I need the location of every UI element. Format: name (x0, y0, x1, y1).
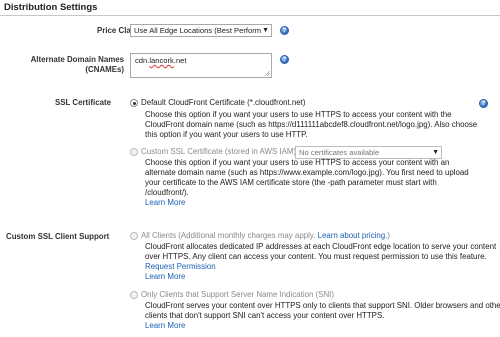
sni-only-radio[interactable] (130, 291, 138, 299)
custom-certificate-learn-more-link[interactable]: Learn More (145, 198, 185, 208)
cnames-label-line1: Alternate Domain Names (30, 55, 124, 64)
description-line: over HTTPS. Any client can access your c… (145, 252, 487, 261)
sni-only-label[interactable]: Only Clients that Support Server Name In… (141, 290, 334, 300)
cnames-value-suffix: .net (173, 56, 187, 65)
help-icon[interactable]: ? (280, 55, 289, 64)
custom-certificate-label[interactable]: Custom SSL Certificate (stored in AWS IA… (141, 147, 296, 157)
all-clients-label[interactable]: All Clients (Additional monthly charges … (141, 231, 390, 241)
client-support-label: Custom SSL Client Support (6, 232, 110, 241)
description-line: /cloudfront/). (145, 188, 189, 197)
chevron-down-icon: ▼ (262, 27, 269, 34)
price-class-selected: Use All Edge Locations (Best Perform (134, 26, 262, 35)
cnames-value-misspelled: lancork (149, 56, 174, 65)
description-line: your certificate to the AWS IAM certific… (145, 178, 437, 187)
certificate-select-value: No certificates available (299, 148, 380, 157)
section-title: Distribution Settings (4, 2, 98, 13)
cnames-textarea[interactable]: cdn.lancork.net (130, 53, 272, 78)
all-clients-radio[interactable] (130, 232, 138, 240)
cnames-value-prefix: cdn. (135, 56, 150, 65)
description-line: CloudFront domain name (such as https://… (145, 120, 478, 129)
all-clients-text-end: ) (387, 231, 390, 240)
help-icon[interactable]: ? (280, 26, 289, 35)
request-permission-link[interactable]: Request Permission (145, 262, 216, 272)
custom-certificate-description: Choose this option if you want your user… (145, 158, 469, 198)
help-icon[interactable]: ? (479, 99, 488, 108)
description-line: this option if you want your users to us… (145, 130, 308, 139)
description-line: Choose this option if you want your user… (145, 158, 450, 167)
description-line: Choose this option if you want your user… (145, 110, 452, 119)
sni-only-learn-more-link[interactable]: Learn More (145, 321, 185, 331)
cnames-label-line2: (CNAMEs) (85, 65, 124, 74)
custom-certificate-radio[interactable] (130, 148, 138, 156)
description-line: alternate domain name (such as https://w… (145, 168, 469, 177)
default-certificate-description: Choose this option if you want your user… (145, 110, 477, 140)
pricing-link[interactable]: Learn about pricing. (318, 231, 388, 240)
description-line: CloudFront allocates dedicated IP addres… (145, 242, 497, 251)
description-line: clients that don't support SNI can't acc… (145, 311, 385, 320)
cnames-label: Alternate Domain Names (CNAMEs) (18, 55, 124, 75)
section-divider (0, 15, 500, 16)
all-clients-description: CloudFront allocates dedicated IP addres… (145, 242, 496, 262)
default-certificate-label[interactable]: Default CloudFront Certificate (*.cloudf… (141, 98, 305, 108)
chevron-down-icon: ▼ (432, 149, 439, 156)
default-certificate-radio[interactable] (130, 99, 138, 107)
price-class-select[interactable]: Use All Edge Locations (Best Perform ▼ (130, 24, 272, 37)
all-clients-learn-more-link[interactable]: Learn More (145, 272, 185, 282)
description-line: CloudFront serves your content over HTTP… (145, 301, 500, 310)
ssl-certificate-label: SSL Certificate (55, 98, 111, 107)
resize-handle[interactable] (265, 71, 270, 76)
sni-only-description: CloudFront serves your content over HTTP… (145, 301, 500, 321)
all-clients-text: All Clients (Additional monthly charges … (141, 231, 318, 240)
